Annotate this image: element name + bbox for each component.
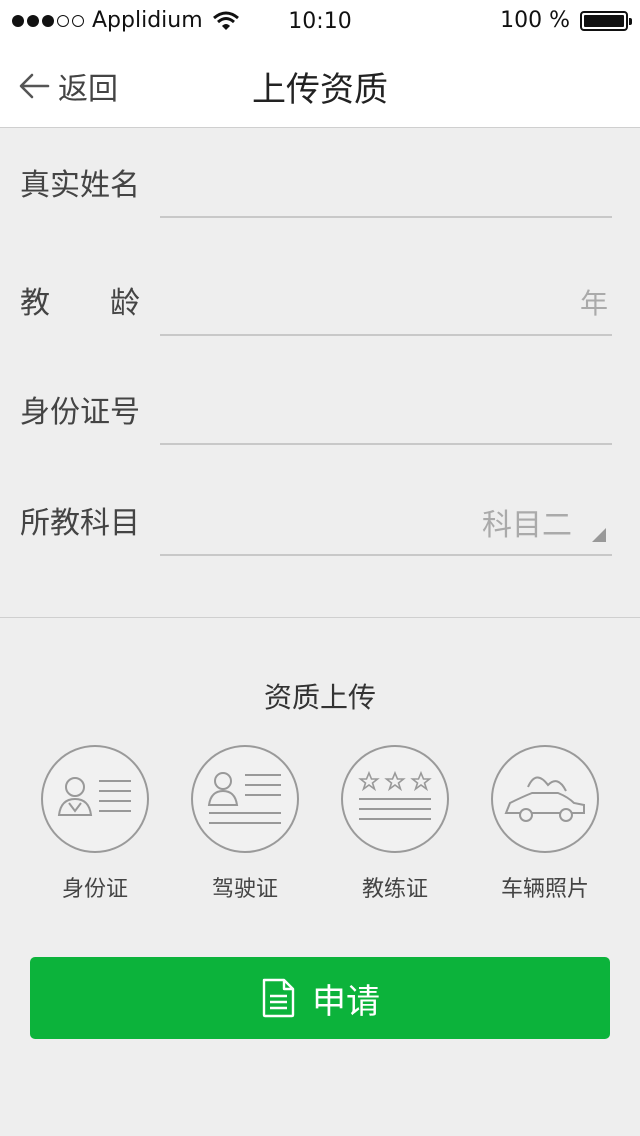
upload-id-card[interactable]: 身份证 xyxy=(20,745,170,903)
status-bar: Applidium 10:10 100 % xyxy=(0,0,640,42)
driver-license-icon[interactable] xyxy=(191,745,299,853)
subject-row: 所教科目 科目二 xyxy=(20,496,612,556)
car-photo-icon[interactable] xyxy=(491,745,599,853)
upload-car-photo[interactable]: 车辆照片 xyxy=(470,745,620,903)
section-divider xyxy=(0,617,640,618)
coach-certificate-icon[interactable] xyxy=(341,745,449,853)
apply-button[interactable]: 申请 xyxy=(30,957,610,1039)
battery-icon xyxy=(580,10,632,31)
real-name-input[interactable] xyxy=(160,156,612,218)
id-number-input[interactable] xyxy=(160,383,612,445)
nav-bar: 返回 上传资质 xyxy=(0,42,640,128)
id-card-icon[interactable] xyxy=(41,745,149,853)
teaching-years-row: 教 龄 年 xyxy=(20,276,612,336)
dropdown-triangle-icon xyxy=(592,528,606,542)
upload-id-card-label: 身份证 xyxy=(61,877,128,902)
battery-percent: 100 % xyxy=(500,8,570,33)
top-bar: Applidium 10:10 100 % 返回 上传资质 xyxy=(0,0,640,128)
upload-driver-license[interactable]: 驾驶证 xyxy=(170,745,320,903)
real-name-label: 真实姓名 xyxy=(20,168,140,203)
teaching-years-label: 教 龄 xyxy=(20,286,140,321)
status-right: 100 % xyxy=(500,8,632,33)
upload-coach-certificate[interactable]: 教练证 xyxy=(320,745,470,903)
id-number-label: 身份证号 xyxy=(20,395,140,430)
subject-selected-value: 科目二 xyxy=(482,508,572,543)
subject-label: 所教科目 xyxy=(20,506,140,541)
apply-label: 申请 xyxy=(312,981,380,1022)
teaching-years-input[interactable]: 年 xyxy=(160,274,612,336)
document-icon xyxy=(260,978,296,1018)
upload-car-photo-label: 车辆照片 xyxy=(500,877,589,902)
uploads-title: 资质上传 xyxy=(263,681,376,714)
page-title: 上传资质 xyxy=(252,70,388,110)
upload-driver-license-label: 驾驶证 xyxy=(211,877,278,902)
subject-select[interactable]: 科目二 xyxy=(160,494,612,556)
upload-coach-certificate-label: 教练证 xyxy=(361,877,428,902)
years-unit: 年 xyxy=(579,287,608,320)
real-name-row: 真实姓名 xyxy=(20,158,612,218)
id-number-row: 身份证号 xyxy=(20,385,612,445)
